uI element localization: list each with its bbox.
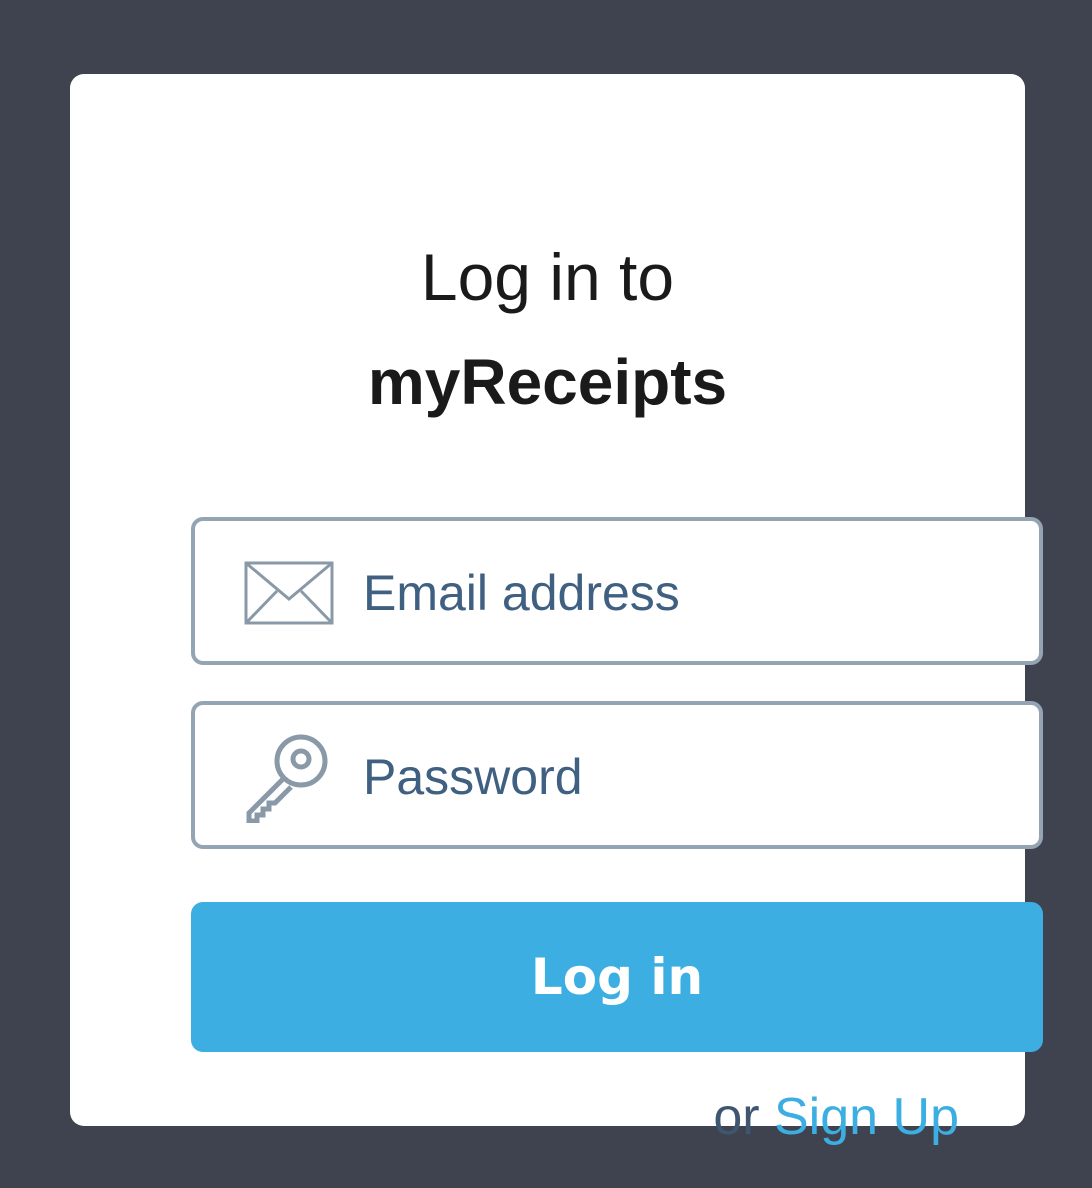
key-icon bbox=[243, 731, 335, 823]
envelope-icon bbox=[243, 547, 335, 639]
email-field[interactable] bbox=[191, 517, 1043, 665]
signup-row: or Sign Up bbox=[713, 1084, 959, 1150]
password-field[interactable] bbox=[191, 701, 1043, 849]
login-card: Log in to myReceipts Log in or Sign Up bbox=[70, 74, 1043, 1146]
login-button[interactable]: Log in bbox=[191, 902, 1043, 1052]
or-text: or bbox=[713, 1088, 774, 1146]
app-name: myReceipts bbox=[367, 346, 728, 418]
page-title: Log in to bbox=[420, 240, 675, 314]
email-input[interactable] bbox=[363, 545, 1003, 641]
signup-link[interactable]: Sign Up bbox=[774, 1088, 959, 1146]
password-input[interactable] bbox=[363, 729, 1003, 825]
